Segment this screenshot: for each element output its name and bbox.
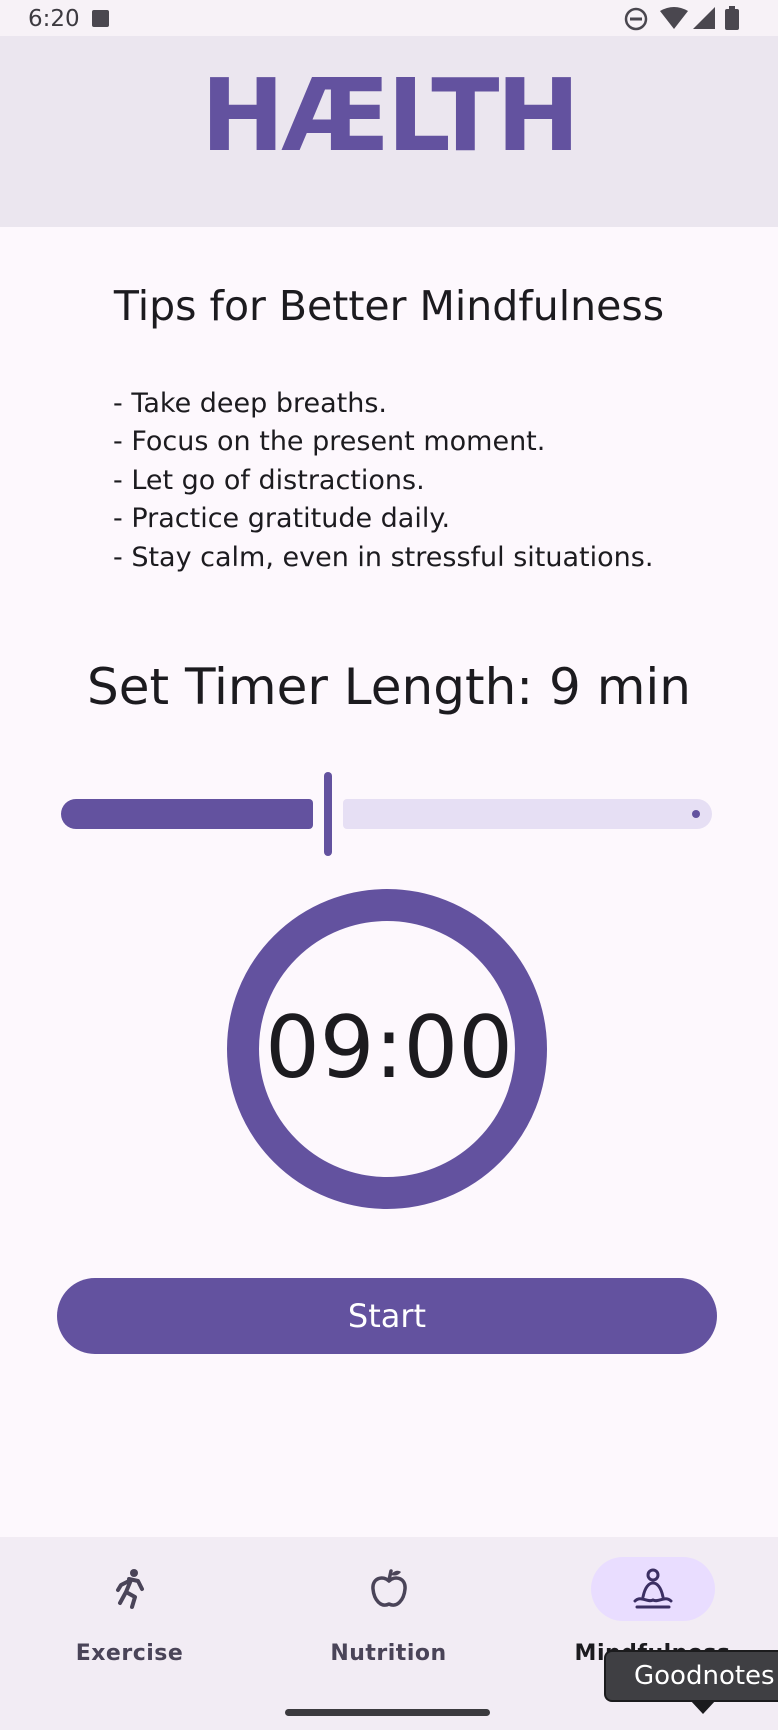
battery-icon: [725, 6, 739, 30]
slider-active-track: [61, 799, 313, 829]
slider-thumb[interactable]: [324, 772, 332, 856]
home-indicator[interactable]: [285, 1709, 490, 1716]
wifi-icon: [660, 7, 688, 29]
meditation-icon: [633, 1568, 672, 1609]
status-icons: [624, 6, 739, 31]
tips-list: - Take deep breaths. - Focus on the pres…: [113, 385, 653, 577]
keyboard-a-icon: [92, 10, 109, 27]
timer-length-slider[interactable]: [60, 770, 713, 856]
tip-item: - Stay calm, even in stressful situation…: [113, 541, 654, 573]
tips-title: Tips for Better Mindfulness: [113, 282, 665, 330]
status-time: 6:20: [28, 6, 80, 32]
status-bar: 6:20: [0, 0, 778, 36]
tooltip-arrow: [690, 1700, 716, 1714]
apple-icon: [370, 1569, 407, 1607]
nav-label-nutrition: Nutrition: [330, 1641, 447, 1666]
timer-display: 09:00: [265, 998, 513, 1098]
nav-label-exercise: Exercise: [75, 1641, 184, 1666]
running-person-icon: [115, 1569, 144, 1609]
tip-item: - Take deep breaths.: [113, 388, 387, 419]
slider-inactive-track[interactable]: [343, 799, 712, 829]
slider-stop-indicator: [692, 810, 700, 818]
start-button[interactable]: Start: [57, 1278, 717, 1354]
nav-item-exercise[interactable]: Exercise: [0, 1537, 259, 1697]
tip-item: - Focus on the present moment.: [113, 426, 546, 458]
timer-length-label: Set Timer Length: 9 min: [86, 658, 691, 716]
signal-icon: [693, 7, 715, 29]
app-logo: HÆLTH: [200, 57, 580, 174]
nav-item-nutrition[interactable]: Nutrition: [259, 1537, 518, 1697]
goodnotes-tooltip: Goodnotes: [604, 1650, 778, 1702]
tip-item: - Let go of distractions.: [113, 464, 425, 496]
do-not-disturb-icon: [624, 7, 648, 31]
tip-item: - Practice gratitude daily.: [113, 503, 451, 535]
